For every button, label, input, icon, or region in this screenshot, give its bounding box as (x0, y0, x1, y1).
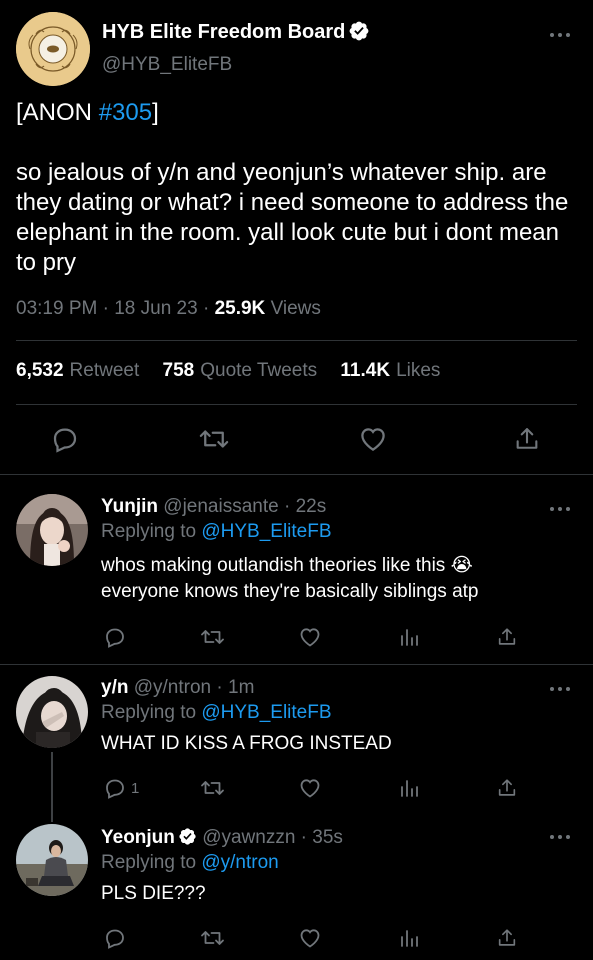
avatar[interactable] (16, 12, 90, 86)
heart-icon[interactable] (358, 424, 388, 459)
avatar[interactable] (16, 494, 88, 566)
reply-icon[interactable] (50, 424, 80, 459)
tweet-tag-line: [ANON #305] (16, 99, 159, 126)
divider (16, 340, 577, 341)
reply-tweet[interactable]: Yunjin @jenaissante · 22s Replying to @H… (0, 474, 593, 664)
main-author-handle[interactable]: @HYB_EliteFB (102, 54, 232, 76)
reply-author-name[interactable]: Yeonjun (101, 827, 175, 848)
reply-author-handle[interactable]: @jenaissante (163, 496, 278, 517)
main-tweet-header: HYB Elite Freedom Board @HYB_EliteFB (16, 12, 593, 90)
heart-icon[interactable] (298, 776, 322, 800)
verified-icon (349, 21, 369, 41)
retweet-icon[interactable] (199, 625, 226, 649)
reply-count: 1 (131, 779, 140, 797)
reply-body: Yeonjun @yawnzzn · 35s Replying to @y/nt… (101, 826, 553, 907)
replying-to-link[interactable]: @HYB_EliteFB (201, 521, 331, 542)
tweet-text: [ANON #305] so jealous of y/n and yeonju… (16, 98, 581, 278)
verified-icon (179, 828, 196, 845)
share-icon[interactable] (496, 625, 518, 649)
reply-icon[interactable] (103, 926, 127, 950)
views-count: 25.9K (214, 298, 266, 319)
retweet-icon[interactable] (197, 424, 231, 459)
tweet-date[interactable]: 18 Jun 23 (114, 298, 197, 319)
reply-icon[interactable] (103, 625, 127, 649)
reply-author-handle[interactable]: @yawnzzn (202, 827, 295, 848)
tweet-meta: 03:19 PM · 18 Jun 23 · 25.9K Views (16, 298, 321, 319)
reply-tweet[interactable]: y/n @y/ntron · 1m Replying to @HYB_Elite… (0, 664, 593, 814)
quote-stat[interactable]: 758 Quote Tweets (163, 360, 336, 381)
replying-to-link[interactable]: @HYB_EliteFB (201, 702, 331, 723)
replying-to: Replying to @HYB_EliteFB (101, 521, 332, 542)
reply-actions (0, 625, 593, 655)
replying-to: Replying to @HYB_EliteFB (101, 702, 332, 723)
reply-time[interactable]: 1m (228, 677, 254, 698)
heart-icon[interactable] (298, 926, 322, 950)
tweet-stats: 6,532 Retweet 758 Quote Tweets 11.4K Likes (16, 360, 440, 382)
reply-body: Yunjin @jenaissante · 22s Replying to @H… (101, 495, 553, 605)
reply-author-name[interactable]: Yunjin (101, 496, 158, 517)
views-icon[interactable] (397, 926, 421, 950)
main-author-name[interactable]: HYB Elite Freedom Board (102, 20, 370, 44)
retweet-icon[interactable] (199, 776, 226, 800)
tweet-body: so jealous of y/n and yeonjun’s whatever… (16, 159, 576, 276)
retweet-icon[interactable] (199, 926, 226, 950)
reply-time[interactable]: 35s (312, 827, 343, 848)
reply-actions: 1 (0, 776, 593, 806)
reply-text: whos making outlandish theories like thi… (101, 555, 479, 602)
reply-text: WHAT ID KISS A FROG INSTEAD (101, 733, 392, 754)
reply-tweet[interactable]: Yeonjun @yawnzzn · 35s Replying to @y/nt… (0, 814, 593, 960)
retweet-stat[interactable]: 6,532 Retweet (16, 360, 157, 381)
reply-actions (0, 926, 593, 956)
reply-header: Yeonjun @yawnzzn · 35s (101, 827, 343, 848)
more-icon[interactable] (549, 32, 571, 40)
reply-text: PLS DIE??? (101, 883, 206, 904)
reply-header: Yunjin @jenaissante · 22s (101, 496, 327, 517)
hashtag-link[interactable]: #305 (99, 99, 152, 126)
heart-icon[interactable] (298, 625, 322, 649)
reply-time[interactable]: 22s (296, 496, 327, 517)
replying-to-link[interactable]: @y/ntron (201, 852, 278, 873)
share-icon[interactable] (513, 424, 541, 459)
avatar[interactable] (16, 824, 88, 896)
divider (16, 404, 577, 405)
share-icon[interactable] (496, 926, 518, 950)
reply-icon[interactable]: 1 (103, 776, 139, 800)
main-tweet-actions (0, 420, 593, 460)
reply-body: y/n @y/ntron · 1m Replying to @HYB_Elite… (101, 676, 553, 757)
reply-author-handle[interactable]: @y/ntron (134, 677, 211, 698)
replying-to: Replying to @y/ntron (101, 852, 279, 873)
likes-stat[interactable]: 11.4K Likes (340, 360, 440, 381)
reply-header: y/n @y/ntron · 1m (101, 677, 255, 698)
share-icon[interactable] (496, 776, 518, 800)
views-label: Views (270, 298, 321, 319)
tweet-time[interactable]: 03:19 PM (16, 298, 97, 319)
avatar[interactable] (16, 676, 88, 748)
views-icon[interactable] (397, 776, 421, 800)
reply-author-name[interactable]: y/n (101, 677, 128, 698)
views-icon[interactable] (397, 625, 421, 649)
